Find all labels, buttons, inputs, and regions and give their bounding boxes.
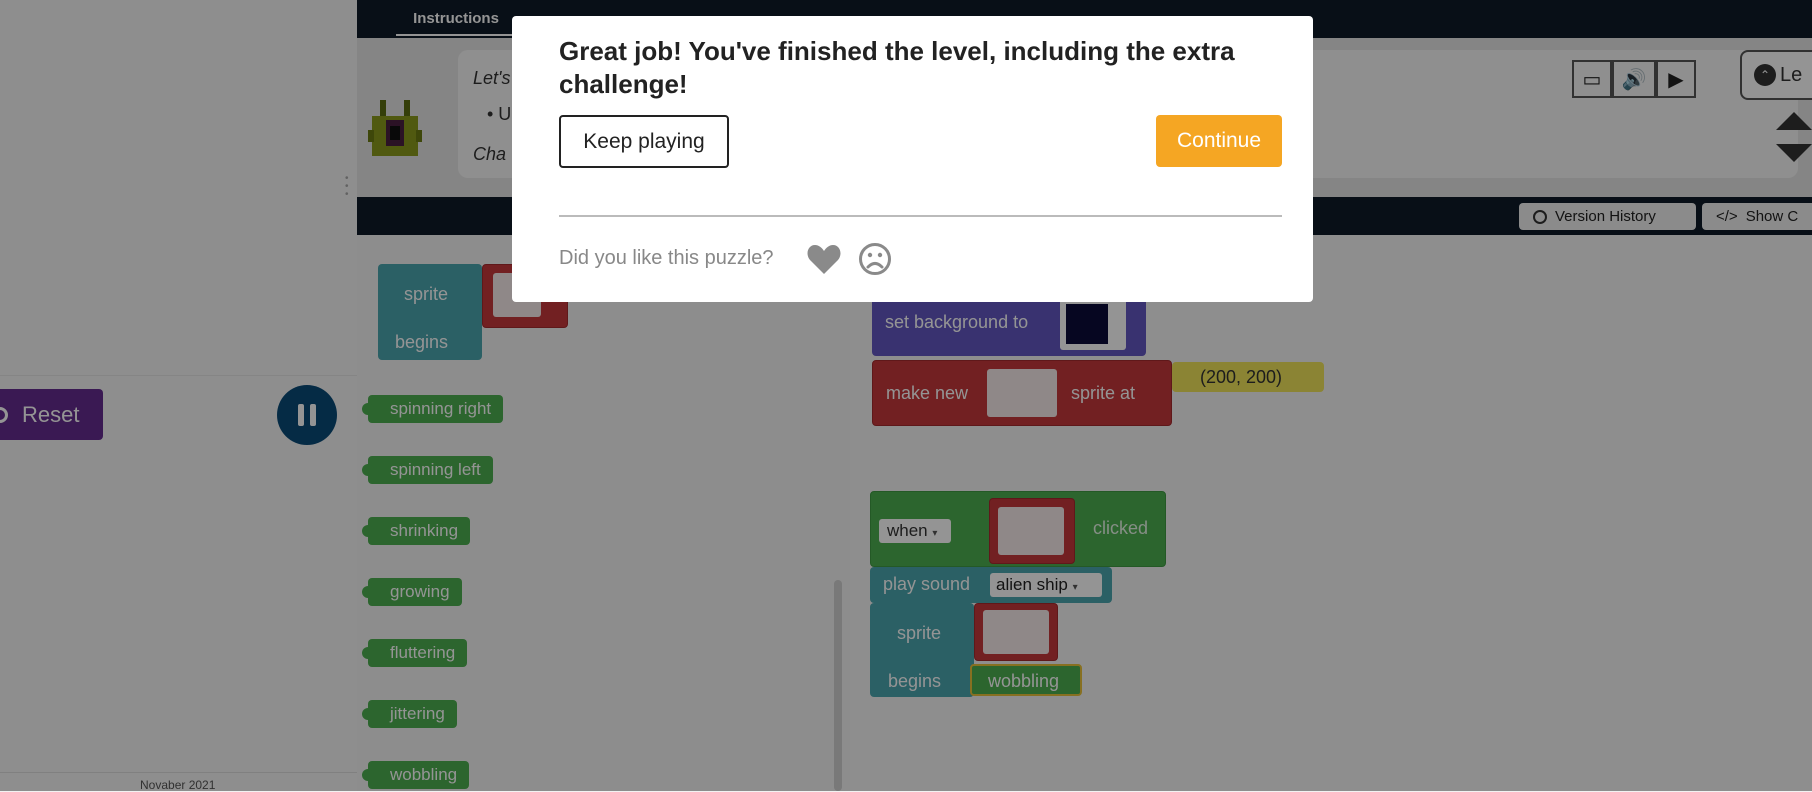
feedback-question: Did you like this puzzle? — [559, 247, 774, 269]
frown-icon[interactable] — [858, 242, 892, 276]
keep-playing-button[interactable]: Keep playing — [559, 115, 729, 168]
dialog-title: Great job! You've finished the level, in… — [559, 36, 1235, 99]
continue-button[interactable]: Continue — [1156, 115, 1282, 167]
dialog-divider — [559, 215, 1282, 217]
heart-icon[interactable] — [806, 242, 842, 276]
